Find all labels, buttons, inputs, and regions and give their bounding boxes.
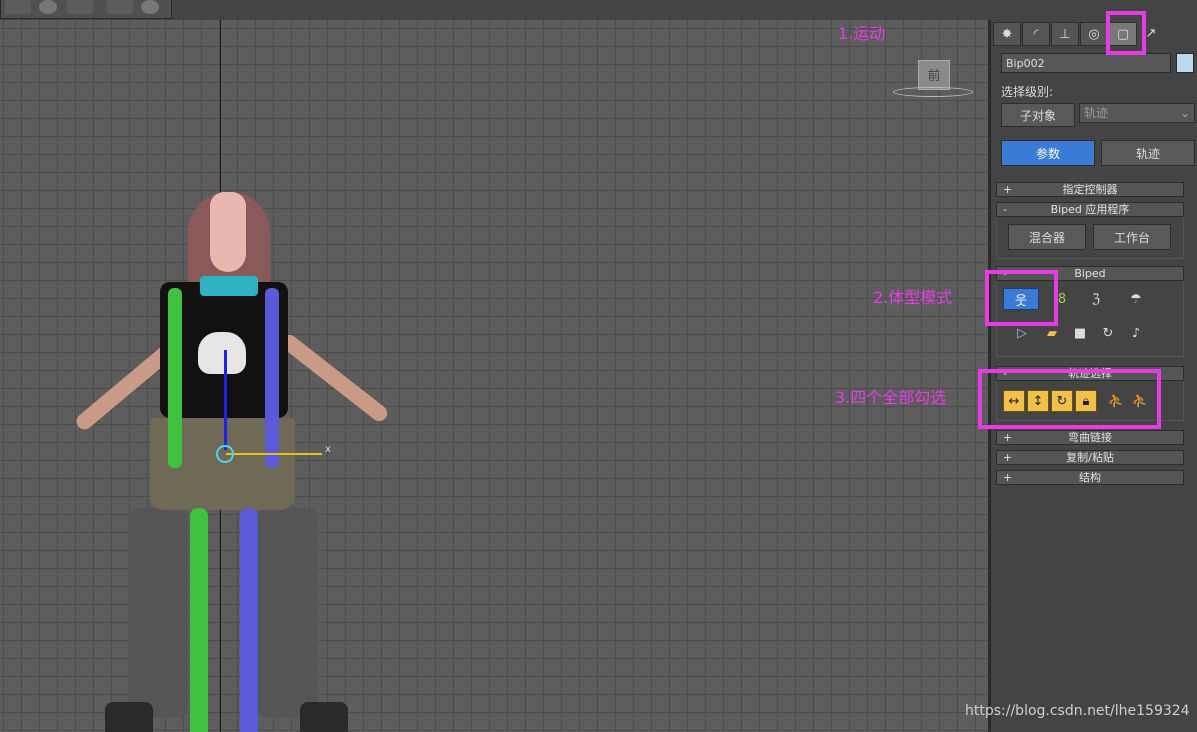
object-name-field[interactable]: Bip002: [1001, 53, 1171, 73]
viewcube-compass[interactable]: [893, 87, 973, 97]
move-all-mode-icon[interactable]: ♪: [1125, 322, 1147, 344]
target-icon[interactable]: ◎: [1080, 22, 1108, 46]
biped-left-arm-bone[interactable]: [168, 288, 182, 468]
character-left-leg: [128, 508, 188, 718]
object-color-swatch[interactable]: [1176, 53, 1194, 73]
shirt-skull-print: [198, 332, 246, 374]
biped-right-arm-bone[interactable]: [265, 288, 279, 468]
biped-left-leg-bone[interactable]: [190, 508, 208, 732]
annotation-step2: 2.体型模式: [873, 288, 953, 307]
rollout-copy-paste[interactable]: + 复制/粘贴: [996, 450, 1184, 465]
annotation-step1: 1.运动: [838, 24, 886, 43]
biped-right-leg-bone[interactable]: [240, 508, 258, 732]
viewcube[interactable]: 前: [918, 60, 950, 90]
info-icon[interactable]: [141, 0, 159, 14]
render-setup-icon[interactable]: [107, 0, 133, 14]
gizmo-x-label: x: [325, 444, 331, 455]
rollout-title: 复制/粘贴: [1066, 451, 1114, 464]
watermark: https://blog.csdn.net/lhe159324: [965, 703, 1190, 719]
toolbar-group: [0, 0, 172, 19]
workbench-button[interactable]: 工作台: [1093, 224, 1171, 250]
modify-tab-icon[interactable]: ◜: [1022, 22, 1050, 46]
front-viewport[interactable]: 前 x: [0, 20, 991, 732]
mixer-button[interactable]: 混合器: [1008, 224, 1086, 250]
rollout-title: 指定控制器: [1062, 183, 1118, 196]
highlight-track-selection: [978, 369, 1161, 429]
motion-flow-icon[interactable]: ℨ: [1085, 288, 1107, 310]
biped-com-pivot[interactable]: [216, 445, 234, 463]
rollout-title: 弯曲链接: [1068, 431, 1112, 444]
rollout-title: 结构: [1079, 471, 1101, 484]
character-left-boot: [105, 702, 153, 732]
sub-object-button[interactable]: 子对象: [1001, 103, 1075, 127]
highlight-figure-mode: [985, 270, 1058, 326]
character-head: [210, 192, 246, 272]
command-panel-tabs: ✸ ◜ ⊥ ◎ ▢ ↗: [991, 20, 1197, 46]
hierarchy-tab-icon[interactable]: ⊥: [1051, 22, 1079, 46]
gizmo-x-axis[interactable]: [226, 453, 322, 455]
params-tab-button[interactable]: 参数: [1001, 140, 1095, 166]
rollout-bend-links[interactable]: + 弯曲链接: [996, 430, 1184, 445]
track-dropdown-value: 轨迹: [1084, 106, 1109, 120]
render-icon[interactable]: [5, 0, 31, 14]
mixer-mode-icon[interactable]: ☂: [1125, 288, 1147, 310]
character-right-leg: [258, 508, 318, 718]
character-right-arm: [278, 331, 391, 425]
viewcube-label: 前: [927, 69, 941, 84]
save-file-icon[interactable]: ■: [1069, 322, 1091, 344]
convert-icon[interactable]: ↻: [1097, 322, 1119, 344]
rollout-assign-controller[interactable]: + 指定控制器: [996, 182, 1184, 197]
biped-neck-bone[interactable]: [200, 276, 258, 296]
rollout-structure[interactable]: + 结构: [996, 470, 1184, 485]
top-toolbar: [0, 0, 1197, 20]
rollout-title: Biped 应用程序: [1050, 203, 1130, 216]
character-right-boot: [300, 702, 348, 732]
track-tab-button[interactable]: 轨迹: [1101, 140, 1195, 166]
track-dropdown[interactable]: 轨迹 ⌄: [1079, 103, 1195, 123]
highlight-motion-tab: [1106, 11, 1146, 55]
render-frame-icon[interactable]: [67, 0, 93, 14]
chevron-down-icon: ⌄: [1179, 106, 1190, 120]
selection-level-label: 选择级别:: [1001, 85, 1054, 99]
rollout-biped-apps[interactable]: - Biped 应用程序: [996, 202, 1184, 217]
gizmo-y-axis[interactable]: [224, 350, 227, 450]
annotation-step3: 3.四个全部勾选: [835, 388, 947, 407]
create-tab-icon[interactable]: ✸: [993, 22, 1021, 46]
sphere-icon[interactable]: [39, 0, 57, 14]
